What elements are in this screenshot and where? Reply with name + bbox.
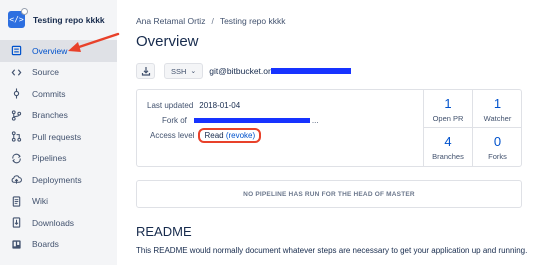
sidebar-item-label: Overview — [32, 45, 68, 56]
sidebar-item-label: Wiki — [32, 196, 49, 207]
sidebar-item-label: Pipelines — [32, 153, 67, 164]
sidebar-item-boards[interactable]: Boards — [0, 234, 117, 256]
breadcrumb-user[interactable]: Ana Retamal Ortiz — [136, 16, 205, 26]
readme-title: README — [136, 224, 192, 239]
lock-icon — [21, 8, 28, 15]
fork-of-row: Fork of ... — [162, 116, 319, 125]
readme-text: This README would normally document what… — [136, 246, 528, 255]
stat-label: Watcher — [483, 114, 512, 123]
sidebar-item-pipelines[interactable]: Pipelines — [0, 148, 117, 170]
sidebar-nav: Overview Source Commits Branches Pull re… — [0, 40, 117, 255]
commit-icon — [10, 88, 22, 100]
stat-label: Open PR — [432, 114, 464, 123]
stat-label: Branches — [432, 152, 464, 161]
stat-watcher[interactable]: 1 Watcher — [473, 90, 522, 128]
sidebar-item-label: Downloads — [32, 217, 75, 228]
stat-branches[interactable]: 4 Branches — [424, 128, 473, 166]
last-updated-value: 2018-01-04 — [199, 101, 241, 110]
fork-ellipsis: ... — [311, 116, 319, 125]
stat-value: 1 — [444, 96, 452, 111]
access-level-label: Access level — [150, 131, 195, 140]
sidebar-item-wiki[interactable]: Wiki — [0, 191, 117, 213]
access-level-row: Access level Read (revoke) — [150, 128, 262, 143]
download-button[interactable] — [136, 63, 155, 79]
sidebar-item-pull-requests[interactable]: Pull requests — [0, 126, 117, 148]
pipeline-status-notice: NO PIPELINE HAS RUN FOR THE HEAD OF MAST… — [136, 180, 522, 208]
redacted-fork-link[interactable] — [193, 118, 310, 123]
access-level-text: Read — [204, 131, 224, 140]
stat-value: 4 — [444, 134, 452, 149]
sidebar-item-branches[interactable]: Branches — [0, 105, 117, 127]
last-updated-row: Last updated 2018-01-04 — [147, 101, 240, 110]
code-icon — [10, 66, 22, 78]
pull-request-icon — [10, 131, 22, 143]
repo-header[interactable]: </> Testing repo kkkk — [8, 8, 105, 28]
branch-icon — [10, 109, 22, 121]
repo-avatar: </> — [8, 8, 28, 28]
fork-of-label: Fork of — [162, 116, 187, 125]
stat-forks[interactable]: 0 Forks — [473, 128, 522, 166]
stat-value: 0 — [493, 134, 502, 149]
sidebar-item-label: Branches — [32, 110, 68, 121]
repo-info-panel: Last updated 2018-01-04 Fork of ... Acce… — [136, 89, 522, 167]
breadcrumb-separator: / — [211, 16, 214, 26]
clone-protocol-label: SSH — [171, 66, 187, 76]
repo-stats: 1 Open PR 1 Watcher 4 Branches 0 Forks — [423, 90, 522, 166]
board-icon — [10, 238, 22, 250]
sidebar-item-source[interactable]: Source — [0, 62, 117, 84]
breadcrumb: Ana Retamal Ortiz / Testing repo kkkk — [136, 16, 286, 26]
sidebar-item-label: Deployments — [32, 174, 82, 185]
clone-row: SSH ⌄ git@bitbucket.or — [136, 63, 351, 79]
sidebar-item-deployments[interactable]: Deployments — [0, 169, 117, 191]
code-icon: </> — [9, 15, 24, 24]
document-icon — [10, 195, 22, 207]
cloud-upload-icon — [10, 174, 22, 186]
sidebar-item-commits[interactable]: Commits — [0, 83, 117, 105]
overview-icon — [10, 45, 22, 57]
sidebar-item-label: Pull requests — [32, 131, 82, 142]
redacted-clone-url — [270, 68, 351, 74]
chevron-down-icon: ⌄ — [190, 68, 197, 75]
annotation-arrow-icon — [68, 32, 120, 52]
last-updated-label: Last updated — [147, 101, 194, 110]
repo-name[interactable]: Testing repo kkkk — [33, 15, 105, 25]
revoke-link[interactable]: (revoke) — [226, 131, 255, 140]
sidebar-item-label: Commits — [32, 88, 66, 99]
sidebar-item-downloads[interactable]: Downloads — [0, 212, 117, 234]
sidebar-item-label: Source — [32, 67, 59, 78]
stat-label: Forks — [488, 152, 507, 161]
clone-protocol-select[interactable]: SSH ⌄ — [164, 63, 204, 79]
page-title: Overview — [136, 33, 199, 50]
access-level-value: Read (revoke) — [198, 128, 262, 143]
clone-url-field[interactable]: git@bitbucket.or — [209, 66, 351, 76]
pipeline-icon — [10, 152, 22, 164]
repo-details: Last updated 2018-01-04 Fork of ... Acce… — [137, 90, 423, 166]
download-page-icon — [10, 217, 22, 229]
breadcrumb-repo[interactable]: Testing repo kkkk — [220, 16, 286, 26]
clone-url-prefix: git@bitbucket.or — [209, 66, 271, 76]
stat-value: 1 — [493, 96, 502, 111]
stat-open-pr[interactable]: 1 Open PR — [424, 90, 473, 128]
sidebar-item-label: Boards — [32, 239, 59, 250]
download-icon — [141, 67, 150, 76]
